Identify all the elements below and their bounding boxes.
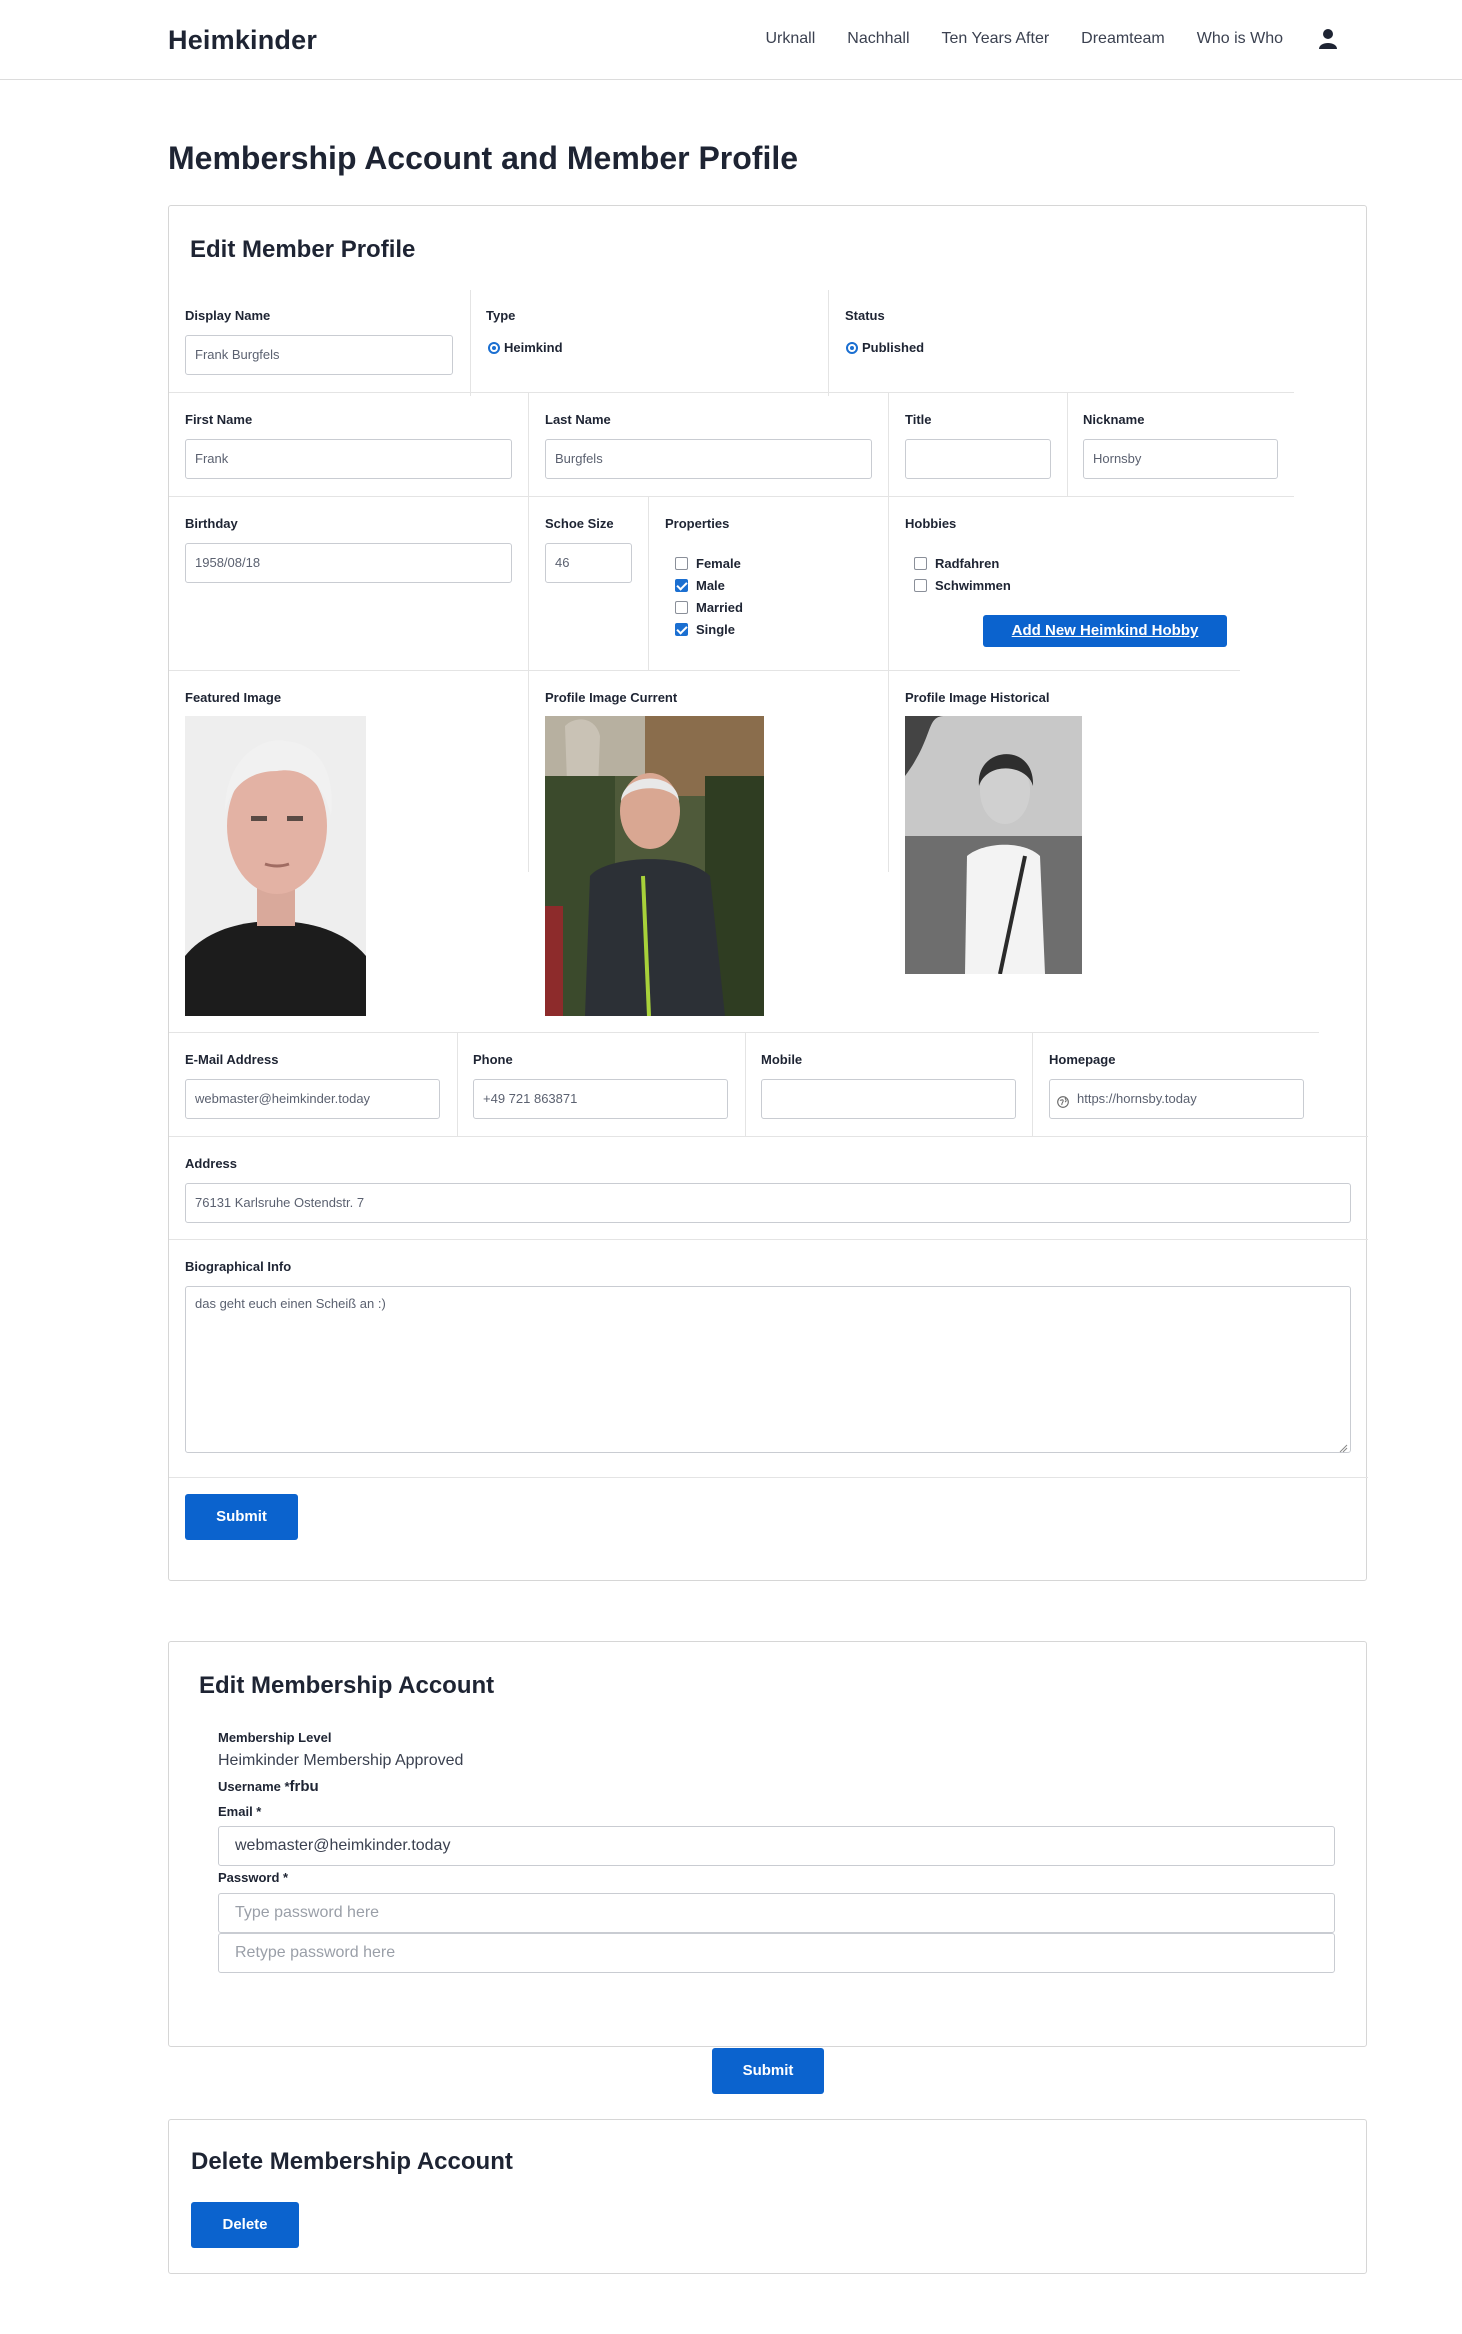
mobile-label: Mobile (761, 1052, 803, 1067)
display-name-label: Display Name (185, 308, 271, 323)
status-option-label: Published (862, 340, 925, 355)
username-field: Username *frbu (218, 1778, 319, 1795)
property-married[interactable]: Married (675, 600, 743, 615)
properties-label: Properties (665, 516, 730, 531)
username-value: frbu (289, 1778, 319, 1795)
add-hobby-button[interactable]: Add New Heimkind Hobby (983, 615, 1227, 647)
checkbox[interactable] (914, 579, 927, 592)
homepage-input-value: https://hornsby.today (1077, 1091, 1197, 1106)
site-header: Heimkinder Urknall Nachhall Ten Years Af… (0, 0, 1462, 80)
membership-level-label: Membership Level (218, 1730, 332, 1745)
nickname-input[interactable]: Hornsby (1083, 439, 1278, 479)
nav-item-nachhall[interactable]: Nachhall (847, 30, 909, 48)
property-male[interactable]: Male (675, 578, 725, 593)
checkbox[interactable] (675, 579, 688, 592)
profile-image-current-label: Profile Image Current (545, 690, 678, 705)
email-input[interactable]: webmaster@heimkinder.today (185, 1079, 440, 1119)
edit-member-profile-card: Edit Member Profile Display Name Frank B… (168, 205, 1368, 1581)
checkbox[interactable] (675, 557, 688, 570)
nav-item-who-is-who[interactable]: Who is Who (1197, 30, 1283, 48)
nav-item-ten-years-after[interactable]: Ten Years After (942, 30, 1050, 48)
bio-text: das geht euch einen Scheiß an :) (195, 1296, 386, 1311)
property-single[interactable]: Single (675, 622, 735, 637)
nickname-label: Nickname (1083, 412, 1145, 427)
status-radio-published[interactable]: Published (846, 340, 924, 355)
account-submit-button[interactable]: Submit (712, 2048, 824, 2094)
delete-card-title: Delete Membership Account (191, 2148, 513, 2175)
display-name-input[interactable]: Frank Burgfels (185, 335, 453, 375)
profile-image-historical[interactable] (905, 716, 1082, 974)
property-label: Male (696, 578, 725, 593)
hobby-schwimmen[interactable]: Schwimmen (914, 578, 1011, 593)
password-label: Password * (218, 1870, 289, 1885)
type-option-label: Heimkind (504, 340, 563, 355)
first-name-input[interactable]: Frank (185, 439, 512, 479)
bio-textarea[interactable]: das geht euch einen Scheiß an :) (185, 1286, 1351, 1453)
page-title: Membership Account and Member Profile (168, 140, 799, 176)
birthday-input[interactable]: 1958/08/18 (185, 543, 512, 583)
radio-button[interactable] (488, 341, 500, 354)
membership-level-value: Heimkinder Membership Approved (218, 1752, 464, 1769)
mobile-input[interactable] (761, 1079, 1016, 1119)
hobby-label: Radfahren (935, 556, 1000, 571)
resize-handle-icon[interactable] (1339, 1441, 1348, 1453)
address-input[interactable]: 76131 Karlsruhe Ostendstr. 7 (185, 1183, 1351, 1223)
shoe-size-input[interactable]: 46 (545, 543, 632, 583)
hobby-radfahren[interactable]: Radfahren (914, 556, 999, 571)
address-label: Address (185, 1156, 238, 1171)
property-female[interactable]: Female (675, 556, 741, 571)
title-label: Title (905, 412, 932, 427)
checkbox[interactable] (675, 601, 688, 614)
profile-image-current[interactable] (545, 716, 764, 1016)
profile-card-title: Edit Member Profile (190, 236, 416, 263)
type-label: Type (486, 308, 516, 323)
account-email-label: Email * (218, 1804, 262, 1819)
bio-label: Biographical Info (185, 1259, 292, 1274)
checkbox[interactable] (914, 557, 927, 570)
title-input[interactable] (905, 439, 1051, 479)
checkbox[interactable] (675, 623, 688, 636)
site-brand[interactable]: Heimkinder (168, 25, 317, 56)
property-label: Married (696, 600, 743, 615)
first-name-label: First Name (185, 412, 253, 427)
nav-item-dreamteam[interactable]: Dreamteam (1081, 30, 1165, 48)
status-label: Status (845, 308, 885, 323)
delete-membership-account-card: Delete Membership Account Delete (168, 2119, 1367, 2274)
account-email-input[interactable]: webmaster@heimkinder.today (218, 1826, 1335, 1866)
property-label: Female (696, 556, 741, 571)
user-icon[interactable] (1319, 28, 1337, 50)
password-retype-input[interactable]: Retype password here (218, 1933, 1335, 1973)
radio-button[interactable] (846, 341, 858, 354)
edit-membership-account-card: Edit Membership Account Membership Level… (168, 1641, 1367, 2047)
delete-button[interactable]: Delete (191, 2202, 299, 2248)
featured-image[interactable] (185, 716, 366, 1016)
password-input[interactable]: Type password here (218, 1893, 1335, 1933)
property-label: Single (696, 622, 736, 637)
hobby-label: Schwimmen (935, 578, 1011, 593)
type-radio-heimkind[interactable]: Heimkind (488, 340, 563, 355)
hobbies-label: Hobbies (905, 516, 957, 531)
username-label: Username * (218, 1779, 290, 1794)
phone-label: Phone (473, 1052, 513, 1067)
account-card-title: Edit Membership Account (199, 1672, 495, 1699)
main-nav: Urknall Nachhall Ten Years After Dreamte… (733, 28, 1337, 50)
homepage-field[interactable]: https://hornsby.today (1049, 1079, 1304, 1119)
profile-image-historical-label: Profile Image Historical (905, 690, 1050, 705)
last-name-label: Last Name (545, 412, 611, 427)
featured-image-label: Featured Image (185, 690, 282, 705)
email-label: E-Mail Address (185, 1052, 279, 1067)
globe-icon (1057, 1085, 1069, 1123)
birthday-label: Birthday (185, 516, 238, 531)
shoe-size-label: Schoe Size (545, 516, 614, 531)
profile-submit-button[interactable]: Submit (185, 1494, 298, 1540)
homepage-label: Homepage (1049, 1052, 1116, 1067)
phone-input[interactable]: +49 721 863871 (473, 1079, 728, 1119)
last-name-input[interactable]: Burgfels (545, 439, 872, 479)
nav-item-urknall[interactable]: Urknall (765, 30, 815, 48)
